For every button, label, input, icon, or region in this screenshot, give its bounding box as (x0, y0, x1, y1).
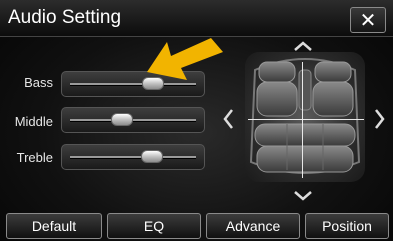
balance-crosshair-vertical (302, 62, 303, 178)
default-button[interactable]: Default (6, 213, 102, 239)
advance-button-label: Advance (225, 218, 281, 234)
position-button-label: Position (322, 218, 372, 234)
middle-thumb[interactable] (110, 113, 133, 126)
bass-label: Bass (24, 75, 53, 90)
middle-track (70, 119, 196, 121)
middle-label: Middle (14, 114, 53, 129)
close-button[interactable]: ✕ (350, 7, 386, 33)
treble-label: Treble (16, 150, 53, 165)
seat-position-view[interactable] (245, 52, 365, 182)
close-icon: ✕ (359, 9, 377, 32)
car-seats-icon (249, 58, 361, 174)
eq-button[interactable]: EQ (107, 213, 201, 239)
down-arrow-icon[interactable] (293, 190, 313, 202)
eq-button-label: EQ (143, 218, 165, 234)
treble-slider[interactable] (61, 144, 205, 170)
window-title: Audio Setting (8, 7, 122, 28)
balance-crosshair-horizontal (248, 119, 364, 120)
treble-thumb[interactable] (140, 150, 163, 163)
annotation-arrow-icon (147, 38, 223, 80)
advance-button[interactable]: Advance (206, 213, 300, 239)
up-arrow-icon[interactable] (293, 40, 313, 52)
left-arrow-icon[interactable] (222, 108, 234, 130)
default-button-label: Default (31, 218, 77, 234)
position-button[interactable]: Position (305, 213, 389, 239)
right-arrow-icon[interactable] (374, 108, 386, 130)
middle-slider[interactable] (61, 107, 205, 133)
treble-track (70, 156, 196, 158)
